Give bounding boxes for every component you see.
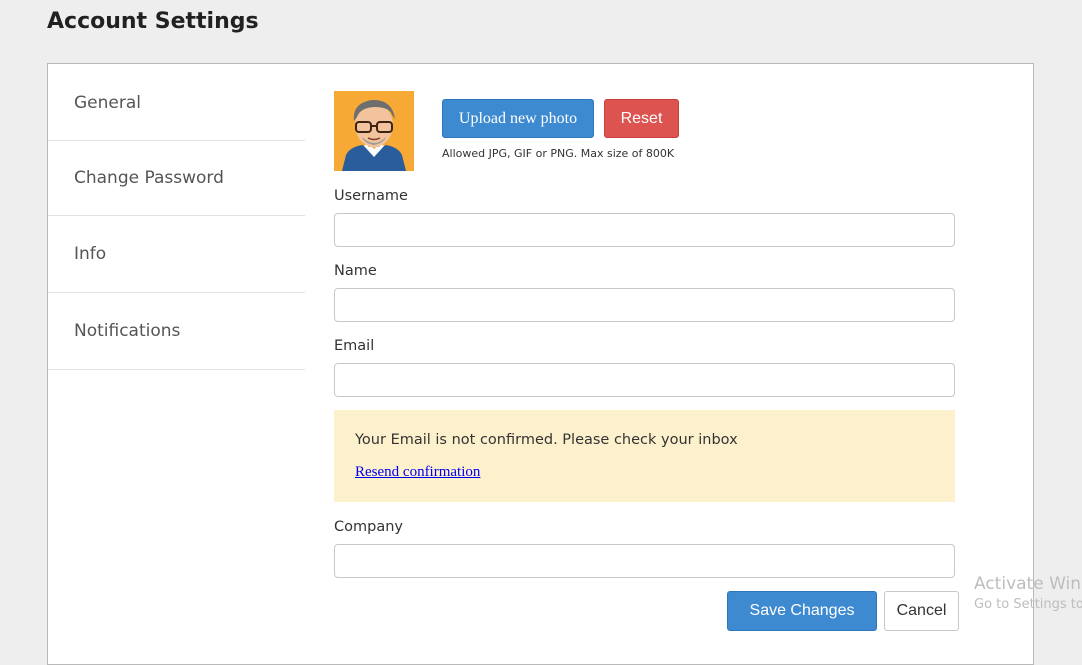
upload-photo-button[interactable]: Upload new photo xyxy=(442,99,594,138)
watermark-title: Activate Windows xyxy=(974,574,1082,594)
username-label: Username xyxy=(334,188,408,204)
sidebar-item-notifications[interactable]: Notifications xyxy=(48,293,305,370)
reset-photo-button[interactable]: Reset xyxy=(604,99,679,138)
avatar xyxy=(334,91,414,171)
sidebar-item-change-password[interactable]: Change Password xyxy=(48,141,305,216)
name-field[interactable] xyxy=(334,288,955,322)
sidebar-nav: General Change Password Info Notificatio… xyxy=(48,64,305,370)
alert-message: Your Email is not confirmed. Please chec… xyxy=(355,432,738,448)
resend-confirmation-link[interactable]: Resend confirmation xyxy=(355,464,480,481)
sidebar-item-info[interactable]: Info xyxy=(48,216,305,293)
company-label: Company xyxy=(334,519,403,535)
settings-card: General Change Password Info Notificatio… xyxy=(47,63,1034,665)
email-label: Email xyxy=(334,338,375,354)
company-field[interactable] xyxy=(334,544,955,578)
save-changes-button[interactable]: Save Changes xyxy=(727,591,877,631)
page-title: Account Settings xyxy=(47,9,259,34)
upload-hint: Allowed JPG, GIF or PNG. Max size of 800… xyxy=(442,147,675,160)
email-field[interactable] xyxy=(334,363,955,397)
activate-windows-watermark: Activate Windows Go to Settings to activ… xyxy=(974,573,1082,615)
name-label: Name xyxy=(334,263,377,279)
sidebar-item-general[interactable]: General xyxy=(48,64,305,141)
watermark-subtitle: Go to Settings to activate Windows. xyxy=(974,597,1082,612)
email-unconfirmed-alert: Your Email is not confirmed. Please chec… xyxy=(334,410,955,502)
cancel-button[interactable]: Cancel xyxy=(884,591,959,631)
avatar-illustration-icon xyxy=(334,91,414,171)
username-field[interactable] xyxy=(334,213,955,247)
